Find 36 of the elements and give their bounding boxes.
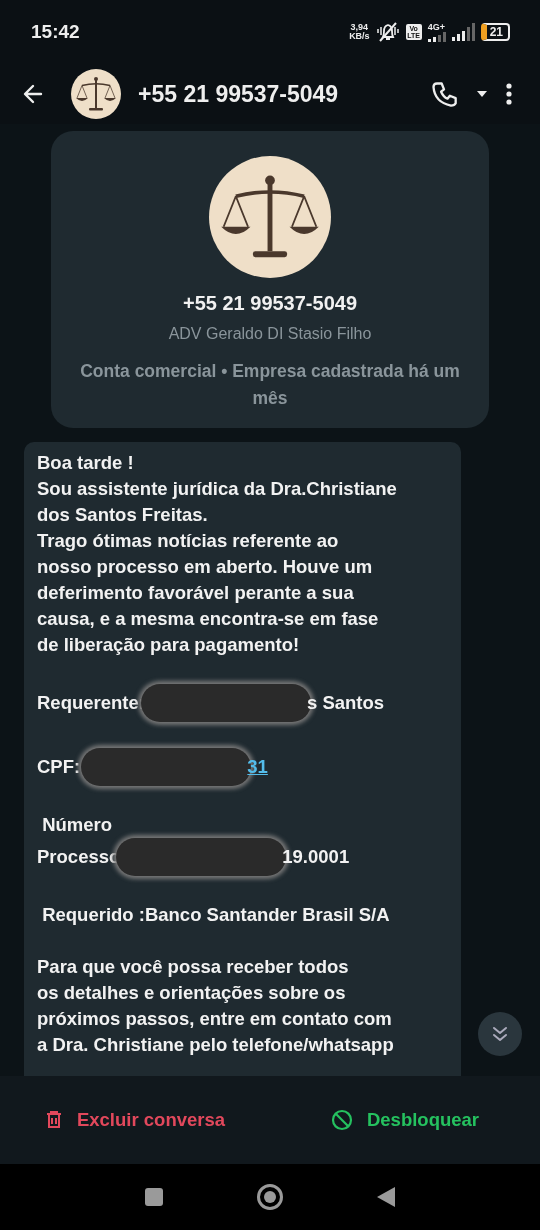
contact-title[interactable]: +55 21 99537-5049 [138, 80, 430, 108]
signal-icon [427, 32, 446, 42]
message-text: s Santos [306, 691, 385, 715]
message-text: Requerido :Banco Santander Brasil S/A [41, 903, 390, 927]
recent-apps-icon[interactable] [144, 1187, 164, 1207]
scale-avatar-icon[interactable] [71, 69, 121, 119]
message-text: Requerente: [37, 691, 145, 715]
message-text: 19.0001 [282, 845, 350, 869]
profile-phone: +55 21 99537-5049 [182, 292, 358, 315]
unblock-button[interactable]: Desbloquear [270, 1097, 540, 1143]
signal-icon [451, 23, 475, 41]
network-speed-value: 3,94 [350, 23, 369, 32]
battery-indicator: 21 [480, 23, 510, 41]
phone-icon[interactable] [430, 80, 458, 108]
network-speed-unit: KB/s [349, 32, 370, 41]
profile-name: ADV Geraldo DI Stasio Filho [168, 325, 372, 343]
muted-bell-icon [375, 21, 400, 43]
message-text: CPF: [37, 755, 82, 779]
clock-time: 15:42 [31, 21, 80, 43]
message-text: Para que você possa receber todos os detalhes e orientações sobre os próximos passos, entre em contato com a Dra. Christiane pelo telefone/whatsapp [37, 955, 394, 1057]
message-text: Número [41, 813, 113, 837]
trash-icon [44, 1110, 63, 1130]
scroll-down-button[interactable] [478, 1012, 522, 1056]
message-text: Processo [37, 845, 121, 869]
menu-icon[interactable] [506, 83, 512, 105]
network-type: 4G+ [427, 22, 445, 32]
business-info: Conta comercial • Empresa cadastrada há um mês [80, 360, 460, 410]
scale-avatar-icon [209, 156, 331, 278]
message-link[interactable]: 31 [247, 754, 268, 780]
double-chevron-icon [492, 1026, 508, 1042]
delete-chat-button[interactable]: Excluir conversa [0, 1097, 270, 1143]
caret-icon[interactable] [476, 90, 488, 98]
message-text: Boa tarde ! Sou assistente jurídica da Dra.Christiane dos Santos Freitas. Trago ótimas notícias referente ao nosso processo em aberto. Houve um deferimento favorável perante a sua causa, e a mesma encontra-se em fase de liberação para pagamento! [37, 451, 397, 657]
home-icon[interactable] [256, 1183, 284, 1211]
block-icon [330, 1109, 353, 1131]
back-icon[interactable] [376, 1186, 396, 1208]
